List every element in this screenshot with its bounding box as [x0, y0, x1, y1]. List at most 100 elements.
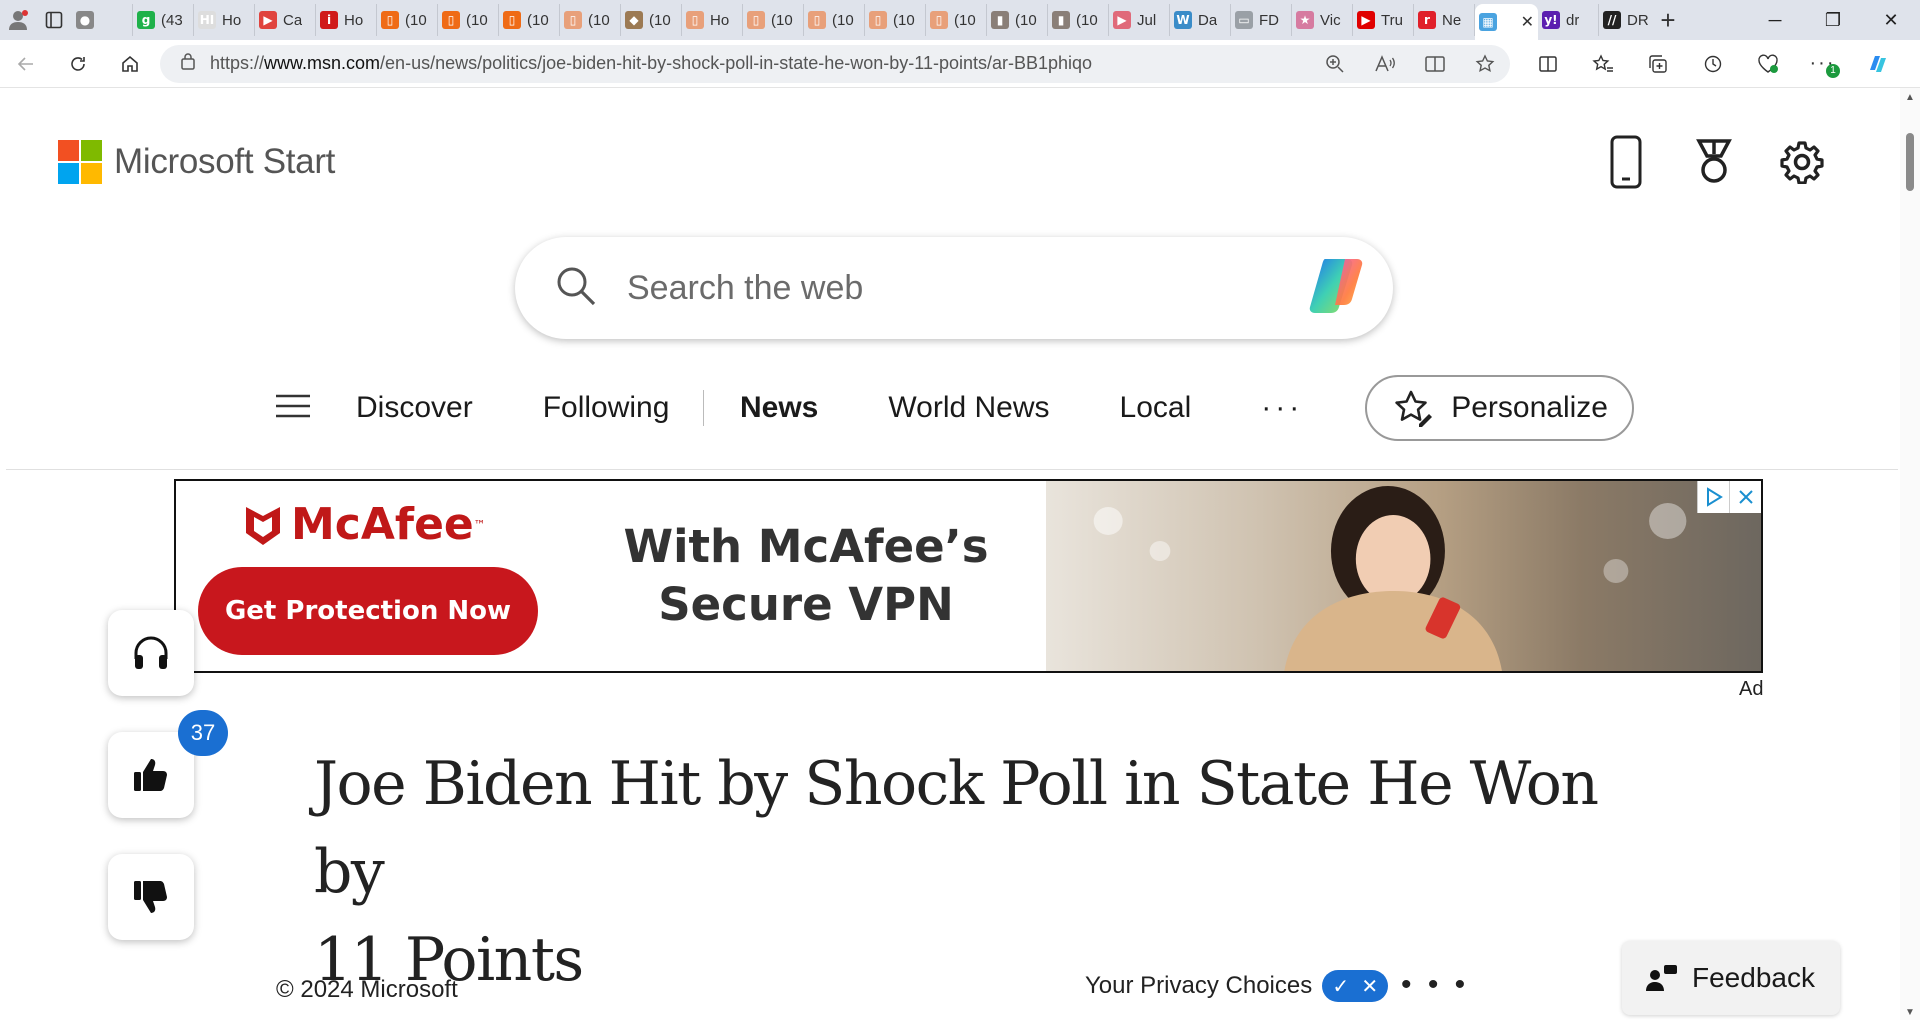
adchoices-icon[interactable]	[1697, 481, 1729, 513]
brand-name: Microsoft Start	[114, 142, 336, 181]
tab[interactable]: W Da	[1170, 4, 1231, 36]
tab[interactable]: g (43	[133, 4, 194, 36]
footer-more-button[interactable]: • • •	[1401, 968, 1469, 1002]
tab[interactable]: ▯ (10	[865, 4, 926, 36]
tab-title: Ne	[1442, 11, 1462, 29]
nav-item-discover[interactable]: Discover	[356, 391, 473, 425]
tab-close-icon[interactable]: ✕	[1521, 12, 1534, 32]
feedback-button[interactable]: Feedback	[1622, 941, 1840, 1015]
tab[interactable]: ▶ Ca	[255, 4, 316, 36]
scrollbar-thumb[interactable]	[1906, 133, 1914, 191]
page-scrollbar[interactable]: ▲ ▼	[1900, 88, 1920, 1020]
tab[interactable]: // DR	[1599, 4, 1650, 36]
ad-label: Ad	[1739, 678, 1764, 700]
close-window-button[interactable]: ✕	[1862, 0, 1920, 40]
favorites-icon[interactable]	[1575, 40, 1630, 88]
tab[interactable]: ▯ (10	[499, 4, 560, 36]
tab[interactable]: ▭ FD	[1231, 4, 1292, 36]
tab-favicon-icon: g	[137, 11, 155, 29]
search-icon[interactable]	[555, 265, 597, 312]
ad-headline: With McAfee’s Secure VPN	[623, 520, 989, 631]
read-aloud-icon[interactable]	[1360, 54, 1410, 74]
nav-divider	[703, 390, 704, 426]
privacy-choices-link[interactable]: Your Privacy Choices ✓ ✕	[1085, 970, 1389, 1002]
nav-more-button[interactable]: ···	[1261, 391, 1303, 425]
tab-title: (10	[405, 11, 427, 29]
new-tab-button[interactable]: +	[1650, 0, 1686, 40]
zoom-icon[interactable]	[1310, 54, 1360, 74]
copilot-icon[interactable]	[1305, 255, 1371, 322]
tab[interactable]: y! dr	[1538, 4, 1599, 36]
tab[interactable]: ▶ Tru	[1353, 4, 1414, 36]
collections-icon[interactable]	[1630, 40, 1685, 88]
tab[interactable]: ▮ (10	[1048, 4, 1109, 36]
microsoft-start-logo[interactable]: Microsoft Start	[58, 140, 335, 184]
ad-close-icon[interactable]	[1729, 481, 1761, 513]
tab-title: dr	[1566, 11, 1580, 29]
ad-cta-button[interactable]: Get Protection Now	[198, 567, 538, 655]
tab-title: Ca	[283, 11, 303, 29]
tab-active[interactable]: ▦ ✕	[1475, 4, 1538, 40]
tab-actions-icon[interactable]	[36, 0, 72, 40]
url-field[interactable]: https://www.msn.com/en-us/news/politics/…	[160, 44, 1510, 83]
split-screen-icon[interactable]	[1520, 40, 1575, 88]
tab-title: (43	[161, 11, 183, 29]
mcafee-ad-banner[interactable]: McAfee ™ Get Protection Now With McAfee’s…	[174, 479, 1763, 673]
favorite-star-icon[interactable]	[1460, 53, 1510, 74]
tab[interactable]: ▯ (10	[804, 4, 865, 36]
page-content: Microsoft Start Search the web Discover …	[6, 88, 1898, 1020]
tab[interactable]: ▯ (10	[560, 4, 621, 36]
dislike-button[interactable]	[108, 854, 194, 940]
tab[interactable]: ★ Vic	[1292, 4, 1353, 36]
listen-button[interactable]	[108, 610, 194, 696]
nav-item-following[interactable]: Following	[543, 391, 670, 425]
tab[interactable]: ◆ (10	[621, 4, 682, 36]
tab-title: (10	[832, 11, 854, 29]
tab-favicon-icon: ▭	[1235, 11, 1253, 29]
minimize-button[interactable]: ─	[1746, 0, 1804, 40]
tab[interactable]: i Ho	[316, 4, 377, 36]
performance-heart-icon[interactable]	[1740, 40, 1795, 88]
tab-strip: ● g (43 HI Ho ▶ Ca i Ho ▯ (10 ▯ (10 ▯ (10 ▯ (10 ◆ (10 ▯ Ho ▯ (…	[72, 0, 1650, 40]
mobile-app-icon[interactable]	[1600, 133, 1652, 191]
tab-favicon-icon: ▯	[930, 11, 948, 29]
nav-item-news[interactable]: News	[740, 391, 818, 425]
immersive-reader-icon[interactable]	[1410, 54, 1460, 74]
restore-button[interactable]: ❐	[1804, 0, 1862, 40]
search-input[interactable]: Search the web	[627, 269, 863, 308]
more-tools-icon[interactable]: ··· 1	[1795, 40, 1850, 88]
back-button[interactable]	[0, 40, 52, 88]
nav-item-local[interactable]: Local	[1120, 391, 1192, 425]
history-icon[interactable]	[1685, 40, 1740, 88]
tab[interactable]: HI Ho	[194, 4, 255, 36]
menu-hamburger-icon[interactable]	[274, 393, 312, 424]
tab-title: (10	[893, 11, 915, 29]
nav-item-world-news[interactable]: World News	[888, 391, 1049, 425]
profile-icon[interactable]	[0, 0, 36, 40]
tab[interactable]: r Ne	[1414, 4, 1475, 36]
tab[interactable]: ▶ Jul	[1109, 4, 1170, 36]
tab[interactable]: ▯ Ho	[682, 4, 743, 36]
search-bar[interactable]: Search the web	[515, 237, 1393, 339]
tab-title: DR	[1627, 11, 1649, 29]
tab[interactable]: ▮ (10	[987, 4, 1048, 36]
tab-favicon-icon: ▮	[991, 11, 1009, 29]
rewards-medal-icon[interactable]	[1688, 133, 1740, 191]
tab[interactable]: ▯ (10	[926, 4, 987, 36]
copilot-sidebar-icon[interactable]	[1850, 40, 1905, 88]
tab[interactable]: ▯ (10	[743, 4, 804, 36]
home-button[interactable]	[104, 40, 156, 88]
personalize-button[interactable]: Personalize	[1365, 375, 1634, 441]
tab[interactable]: ▯ (10	[377, 4, 438, 36]
tab-title: (10	[1076, 11, 1098, 29]
settings-gear-icon[interactable]	[1776, 133, 1828, 191]
url-text[interactable]: https://www.msn.com/en-us/news/politics/…	[210, 53, 1310, 74]
feedback-label: Feedback	[1692, 962, 1815, 993]
ad-photo	[1046, 481, 1761, 671]
refresh-button[interactable]	[52, 40, 104, 88]
tab[interactable]: ▯ (10	[438, 4, 499, 36]
tab[interactable]: ●	[72, 4, 133, 36]
tab-title: (10	[588, 11, 610, 29]
lock-icon[interactable]	[180, 52, 196, 75]
thumbs-up-icon	[134, 759, 167, 791]
